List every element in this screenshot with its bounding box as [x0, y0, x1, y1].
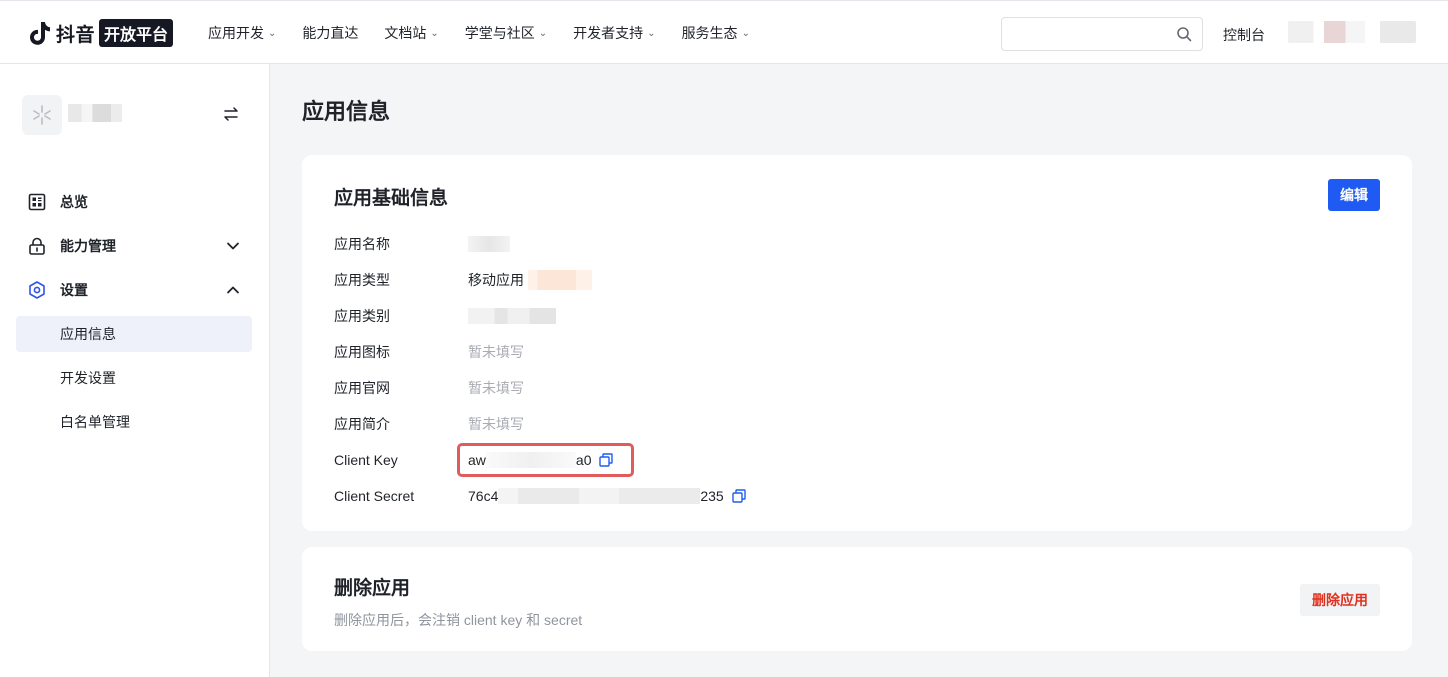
sidebar-item-app-info[interactable]: 应用信息 [16, 316, 252, 352]
field-app-name: 应用名称 [334, 234, 510, 254]
page-title: 应用信息 [302, 99, 391, 124]
basic-info-title: 应用基础信息 [334, 188, 449, 209]
field-app-intro: 应用简介 暂未填写 [334, 416, 524, 432]
console-link[interactable]: 控制台 [1223, 25, 1265, 45]
app-category-value-redacted [468, 308, 556, 324]
main-nav: 应用开发 ⌄ 能力直达 文档站 ⌄ 学堂与社区 ⌄ 开发者支持 ⌄ 服务生态 ⌄ [208, 1, 776, 65]
field-client-secret: Client Secret 76c4 235 [334, 486, 746, 506]
chevron-down-icon: ⌄ [268, 27, 277, 39]
sidebar-menu: 总览 能力管理 设置 应用信息 开发设置 白名单管理 [16, 184, 252, 448]
sidebar-item-overview[interactable]: 总览 [16, 184, 252, 220]
sidebar-item-dev-settings[interactable]: 开发设置 [16, 360, 252, 396]
delete-app-card: 删除应用 删除应用后，会注销 client key 和 secret 删除应用 [302, 547, 1412, 651]
sidebar-item-capability[interactable]: 能力管理 [16, 228, 252, 264]
nav-item-capability[interactable]: 能力直达 [302, 23, 358, 43]
settings-icon [29, 281, 45, 299]
douyin-logo-icon [30, 22, 50, 45]
sidebar-item-settings[interactable]: 设置 [16, 272, 252, 308]
edit-button[interactable]: 编辑 [1328, 179, 1380, 211]
lock-icon [29, 237, 45, 255]
delete-app-title: 删除应用 [334, 578, 411, 599]
chevron-down-icon: ⌄ [538, 27, 548, 39]
sidebar: 总览 能力管理 设置 应用信息 开发设置 白名单管理 [0, 64, 270, 677]
copy-client-secret-icon[interactable] [732, 489, 746, 503]
chevron-up-icon [227, 286, 239, 294]
chevron-down-icon: ⌄ [430, 27, 439, 39]
search-icon[interactable] [1176, 26, 1192, 42]
brand-logo[interactable]: 抖音 开放平台 [28, 18, 174, 48]
app-placeholder-icon [33, 105, 51, 125]
field-app-icon: 应用图标 暂未填写 [334, 344, 524, 360]
brand-badge: 开放平台 [99, 19, 174, 47]
delete-app-button[interactable]: 删除应用 [1300, 584, 1380, 616]
app-type-detail-redacted [528, 270, 592, 290]
field-client-key: Client Key aw a0 [334, 450, 614, 470]
sidebar-item-whitelist[interactable]: 白名单管理 [16, 404, 252, 440]
chevron-down-icon: ⌄ [647, 27, 656, 39]
brand-name: 抖音 [56, 24, 96, 46]
chevron-down-icon [227, 242, 239, 250]
search-box [1001, 17, 1203, 51]
chevron-down-icon: ⌄ [741, 27, 750, 39]
top-navbar: 抖音 开放平台 应用开发 ⌄ 能力直达 文档站 ⌄ 学堂与社区 ⌄ 开发者支持 ⌄ 服务… [0, 0, 1448, 64]
copy-client-key-icon[interactable] [599, 453, 614, 467]
basic-info-card: 应用基础信息 编辑 应用名称 应用类型 移动应用 应用类别 应用图标 暂未填写 … [302, 155, 1412, 531]
nav-item-academy[interactable]: 学堂与社区 ⌄ [465, 23, 547, 43]
client-key-redacted [485, 452, 576, 468]
search-input[interactable] [1002, 18, 1167, 50]
field-app-type: 应用类型 移动应用 [334, 270, 592, 290]
user-profile-redacted[interactable] [1288, 21, 1416, 43]
nav-item-app-dev[interactable]: 应用开发 ⌄ [208, 23, 276, 43]
switch-app-icon[interactable] [222, 105, 240, 123]
field-app-website: 应用官网 暂未填写 [334, 380, 524, 396]
nav-item-docs[interactable]: 文档站 ⌄ [384, 23, 438, 43]
nav-item-dev-support[interactable]: 开发者支持 ⌄ [573, 23, 655, 43]
nav-item-ecosystem[interactable]: 服务生态 ⌄ [682, 23, 750, 43]
app-name-value-redacted [468, 236, 510, 252]
delete-app-description: 删除应用后，会注销 client key 和 secret [334, 612, 583, 628]
app-avatar [22, 95, 62, 135]
app-name-redacted [68, 104, 122, 122]
field-app-category: 应用类别 [334, 306, 556, 326]
dashboard-icon [28, 193, 46, 211]
client-secret-redacted [498, 488, 701, 504]
